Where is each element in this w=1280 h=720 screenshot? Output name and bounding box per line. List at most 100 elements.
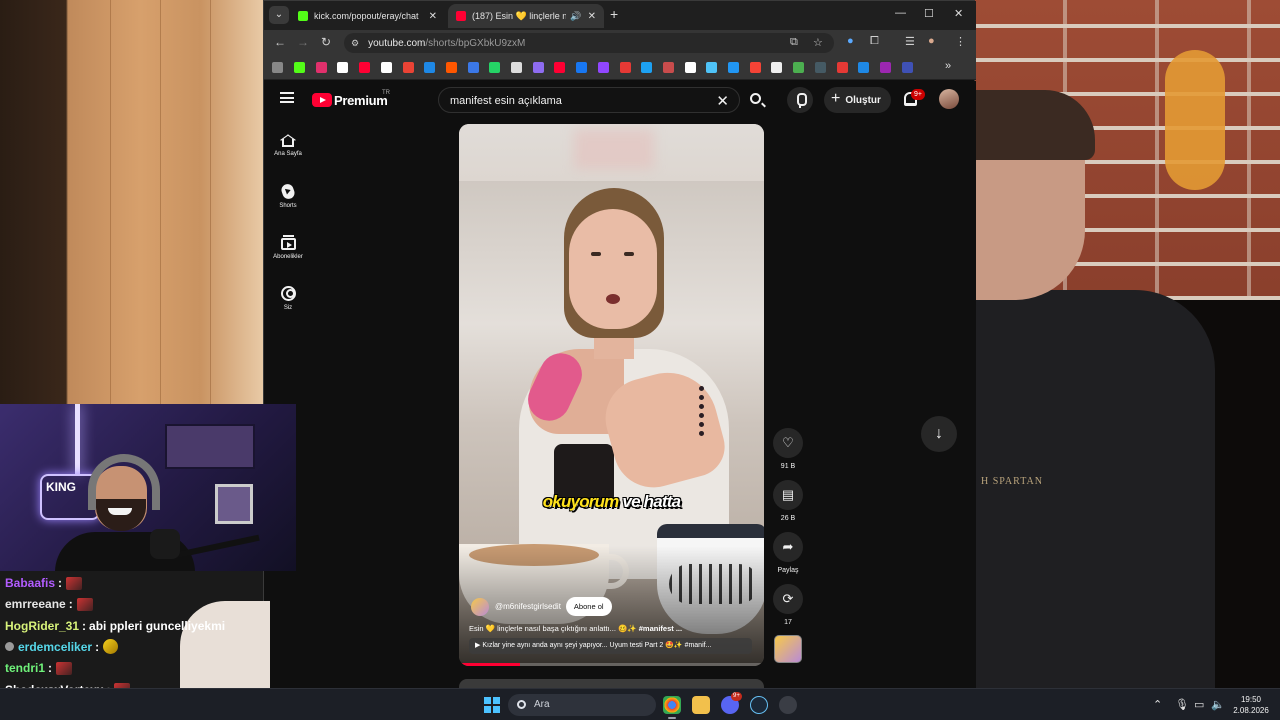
bookmark-icon[interactable]: [619, 62, 631, 73]
bookmark-icon[interactable]: [424, 62, 436, 73]
bookmark-icon[interactable]: [359, 62, 371, 73]
playback-progress-bar[interactable]: [459, 663, 764, 666]
bookmark-icon[interactable]: [662, 62, 674, 73]
guest-person-image: H SPARTAN: [975, 90, 1225, 690]
close-tab-icon[interactable]: ✕: [588, 11, 596, 22]
bookmark-icon[interactable]: [445, 62, 457, 73]
bookmark-icon[interactable]: [554, 62, 566, 73]
bookmark-icon[interactable]: [858, 62, 870, 73]
bookmark-icon[interactable]: [879, 62, 891, 73]
account-avatar[interactable]: [939, 89, 959, 109]
bookmark-icon[interactable]: [315, 62, 327, 73]
start-windows-icon[interactable]: [484, 697, 500, 713]
bookmark-icon[interactable]: [380, 62, 392, 73]
minimize-button[interactable]: —: [895, 7, 906, 19]
apps-grid-icon[interactable]: [272, 62, 283, 73]
system-clock[interactable]: 19:50 2.08.2026: [1228, 694, 1274, 716]
bookmark-icon[interactable]: [771, 62, 783, 73]
youtube-premium-wordmark[interactable]: Premium: [334, 93, 388, 108]
new-tab-button[interactable]: +: [610, 6, 618, 22]
bookmark-icon[interactable]: [467, 62, 479, 73]
bookmark-icon[interactable]: [576, 62, 588, 73]
volume-icon[interactable]: 🔈: [1211, 698, 1225, 711]
sound-channel-thumbnail[interactable]: [774, 635, 802, 663]
bookmark-icon[interactable]: [836, 62, 848, 73]
related-video-link[interactable]: ▶ Kızlar yine aynı anda aynı şeyi yapıyo…: [469, 638, 752, 654]
install-app-icon[interactable]: ⧉: [790, 36, 798, 49]
tab-kick-chat[interactable]: kick.com/popout/eray/chat ✕: [290, 4, 445, 28]
create-button[interactable]: + Oluştur: [824, 87, 891, 113]
channel-name[interactable]: @m6nifestgirlsedit: [495, 602, 561, 611]
steam-app-icon[interactable]: [750, 696, 768, 714]
like-button[interactable]: ♡ 91 B: [771, 428, 805, 470]
bookmark-icon[interactable]: [901, 62, 913, 73]
microphone-icon[interactable]: 🎙: [1175, 698, 1189, 711]
close-tab-icon[interactable]: ✕: [429, 11, 437, 22]
back-button[interactable]: ←: [274, 35, 286, 49]
sidebar-item-subscriptions[interactable]: Abonelikler: [264, 235, 312, 260]
bookmark-icon[interactable]: [294, 62, 305, 73]
profile-avatar-icon[interactable]: ●: [928, 35, 935, 47]
network-icon[interactable]: ▭: [1194, 698, 1204, 711]
short-title[interactable]: Esin 💛 linçlerle nasıl başa çıktığını an…: [469, 624, 759, 633]
chat-username[interactable]: Babaafis: [5, 576, 55, 590]
browser-menu-icon[interactable]: ⋮: [955, 35, 966, 48]
reading-list-icon[interactable]: ☰: [905, 35, 915, 48]
sidebar-item-shorts[interactable]: Shorts: [264, 182, 312, 209]
subscribe-button[interactable]: Abone ol: [565, 597, 612, 616]
address-bar[interactable]: ⚙ youtube.com/shorts/bpGXbkU9zxM ⧉ ☆: [344, 33, 834, 53]
bookmark-icon[interactable]: [728, 62, 739, 73]
bookmark-icon[interactable]: [814, 62, 826, 73]
speaker-icon[interactable]: 🔊: [570, 11, 581, 22]
next-video-arrow-icon[interactable]: ↓: [921, 416, 957, 452]
show-hidden-icons-icon[interactable]: ⌃: [1153, 698, 1162, 711]
sidebar-item-home[interactable]: Ana Sayfa: [264, 133, 312, 157]
clear-search-icon[interactable]: ✕: [716, 92, 729, 110]
search-input[interactable]: manifest esin açıklama: [450, 95, 562, 107]
more-bookmarks-button[interactable]: »: [945, 60, 951, 72]
voice-search-button[interactable]: [787, 87, 813, 113]
chat-username[interactable]: tendri1: [5, 661, 45, 675]
forward-button[interactable]: →: [297, 35, 309, 49]
site-info-icon[interactable]: ⚙: [351, 38, 359, 49]
obs-app-icon[interactable]: [779, 696, 797, 714]
chat-username[interactable]: HogRider_31: [5, 619, 79, 633]
maximize-button[interactable]: ☐: [924, 7, 934, 20]
channel-avatar[interactable]: [471, 597, 489, 616]
chrome-app-icon[interactable]: [663, 696, 681, 719]
discord-badge: 9+: [731, 692, 742, 701]
bookmark-icon[interactable]: [597, 62, 609, 73]
menu-icon[interactable]: [280, 92, 294, 103]
chat-username[interactable]: emrreeane: [5, 597, 66, 611]
search-box[interactable]: manifest esin açıklama ✕: [438, 87, 740, 113]
bookmark-icon[interactable]: [749, 62, 761, 73]
tab-search-button[interactable]: ⌄: [269, 6, 289, 24]
bookmark-icon[interactable]: [684, 62, 696, 73]
bookmark-icon[interactable]: [511, 62, 522, 73]
comments-button[interactable]: ▤ 26 B: [771, 480, 805, 522]
bookmark-star-icon[interactable]: ☆: [813, 36, 823, 49]
close-window-button[interactable]: ✕: [954, 7, 963, 20]
taskbar-search[interactable]: Ara: [508, 694, 656, 716]
short-video-player[interactable]: okuyorum ve hatta @m6nifestgirlsedit Abo…: [459, 124, 764, 666]
bookmark-icon[interactable]: [793, 62, 805, 73]
youtube-logo-icon[interactable]: [312, 93, 332, 107]
chat-username[interactable]: erdemceliker: [18, 640, 92, 654]
extension-icon[interactable]: ●: [847, 35, 854, 47]
bookmark-icon[interactable]: [641, 62, 653, 73]
reload-button[interactable]: ↻: [321, 35, 331, 49]
video-subtitle: okuyorum ve hatta: [542, 492, 681, 511]
search-button[interactable]: [740, 87, 772, 113]
share-button[interactable]: ➦ Paylaş: [771, 532, 805, 574]
bookmark-icon[interactable]: [532, 62, 544, 73]
extensions-puzzle-icon[interactable]: ⧠: [870, 35, 879, 48]
bookmark-icon[interactable]: [489, 62, 501, 73]
remix-button[interactable]: ⟳ 17: [771, 584, 805, 626]
remix-count: 17: [784, 619, 792, 626]
bookmark-icon[interactable]: [706, 62, 718, 73]
bookmark-icon[interactable]: [402, 62, 414, 73]
file-explorer-icon[interactable]: [692, 696, 710, 714]
bookmark-icon[interactable]: [337, 62, 349, 73]
sidebar-item-you[interactable]: Siz: [264, 286, 312, 311]
tab-youtube-short[interactable]: (187) Esin 💛 linçlerle nasıl 🔊 ✕: [448, 4, 604, 28]
